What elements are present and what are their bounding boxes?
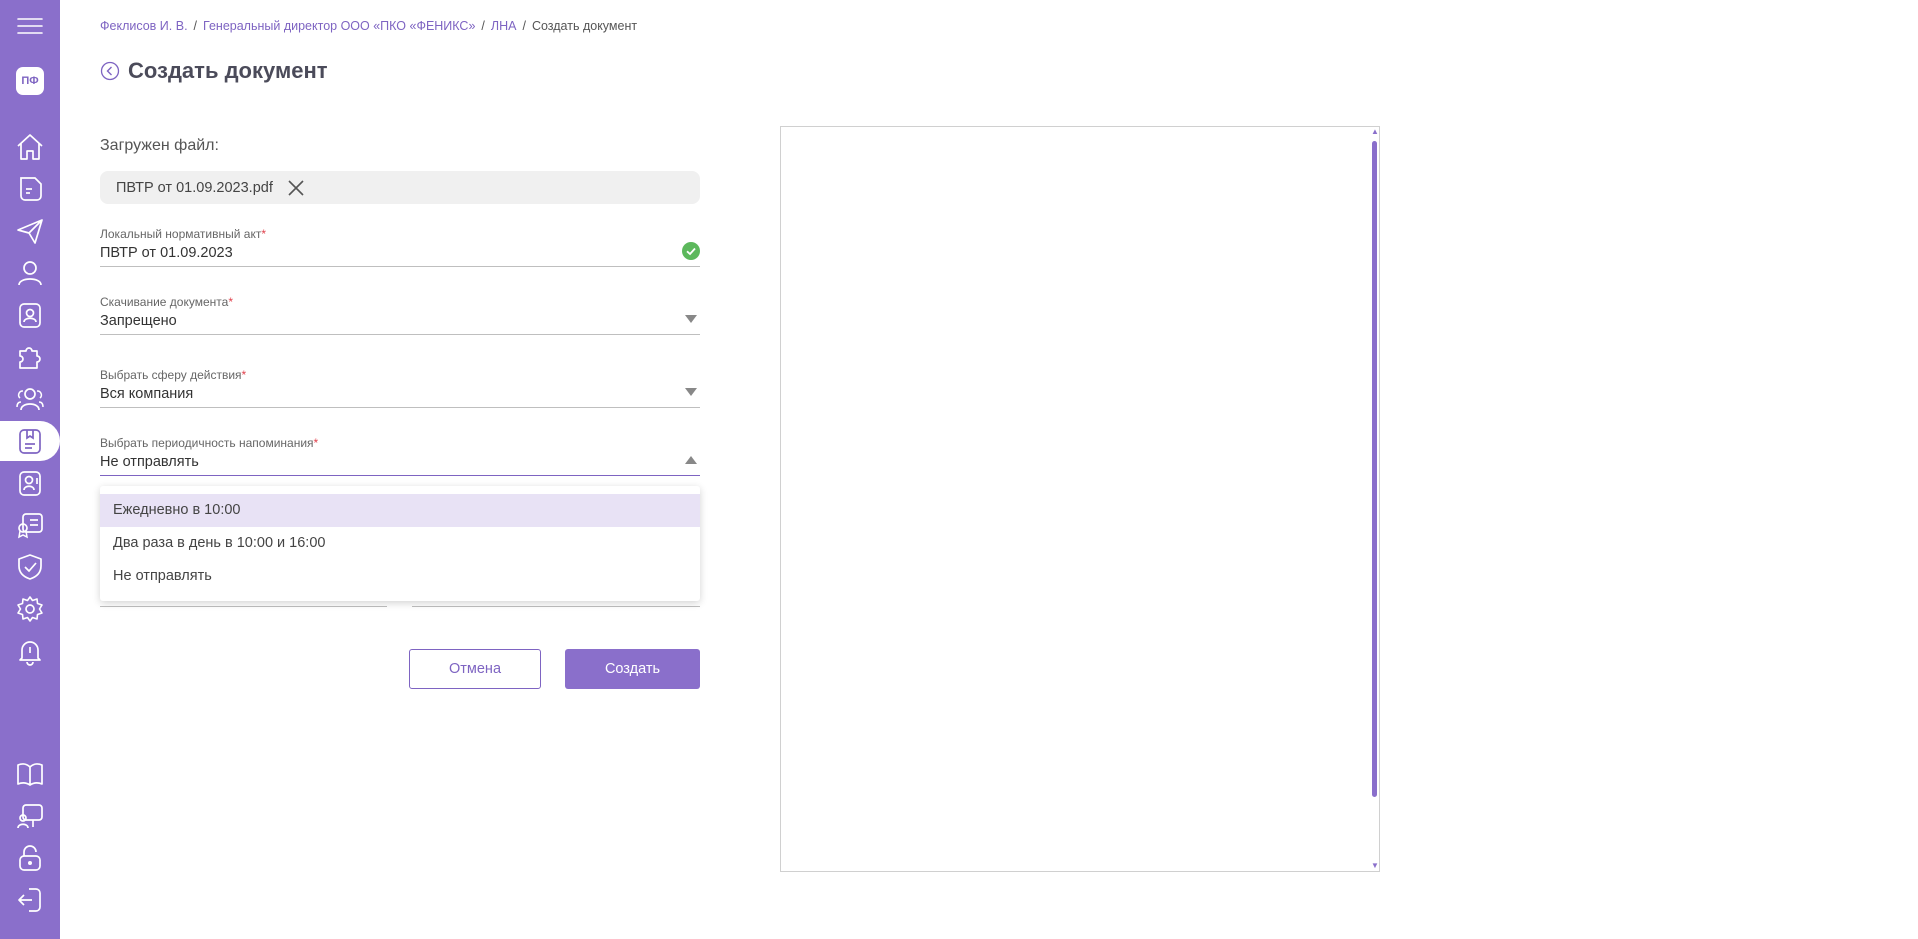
book-icon[interactable] [0, 754, 60, 794]
certificate-icon[interactable] [0, 505, 60, 545]
act-field[interactable]: Локальный нормативный акт* ПВТР от 01.09… [100, 227, 700, 267]
gear-icon[interactable] [0, 589, 60, 629]
reminder-select-value: Не отправлять [100, 454, 199, 470]
dropdown-option[interactable]: Два раза в день в 10:00 и 16:00 [100, 527, 700, 560]
breadcrumb-link-user[interactable]: Феклисов И. В. [100, 19, 188, 33]
badge-icon[interactable] [0, 295, 60, 335]
scope-select-label: Выбрать сферу действия [100, 368, 242, 382]
lock-icon[interactable] [0, 838, 60, 878]
download-select-value: Запрещено [100, 313, 177, 329]
dropdown-option[interactable]: Ежедневно в 10:00 [100, 494, 700, 527]
scope-select-value: Вся компания [100, 386, 194, 402]
act-field-label: Локальный нормативный акт [100, 227, 262, 241]
cancel-button[interactable]: Отмена [409, 649, 541, 689]
user-icon[interactable] [0, 253, 60, 293]
back-arrow-icon[interactable] [100, 61, 120, 81]
dropdown-option[interactable]: Не отправлять [100, 560, 700, 593]
sidebar: ПФ [0, 0, 60, 939]
breadcrumb-separator: / [522, 19, 526, 33]
presentation-icon[interactable] [0, 796, 60, 836]
local-acts-icon[interactable] [0, 421, 60, 461]
scroll-up-icon[interactable]: ▲ [1371, 128, 1379, 136]
required-marker: * [313, 436, 319, 450]
page-header: Создать документ [100, 58, 328, 84]
download-select-label: Скачивание документа [100, 295, 229, 309]
create-button[interactable]: Создать [565, 649, 700, 689]
reminder-dropdown-menu: Ежедневно в 10:00 Два раза в день в 10:0… [100, 486, 700, 601]
breadcrumb-separator: / [481, 19, 485, 33]
breadcrumb: Феклисов И. В. / Генеральный директор ОО… [100, 19, 637, 33]
logout-icon[interactable] [0, 880, 60, 920]
contact-icon[interactable] [0, 463, 60, 503]
required-marker: * [261, 227, 267, 241]
shield-icon[interactable] [0, 547, 60, 587]
close-icon[interactable] [287, 179, 305, 197]
caret-down-icon[interactable] [682, 383, 700, 401]
required-marker: * [228, 295, 233, 309]
send-icon[interactable] [0, 211, 60, 251]
caret-down-icon[interactable] [682, 310, 700, 328]
document-preview[interactable]: ▲ ▼ [780, 126, 1380, 872]
bell-icon[interactable] [0, 631, 60, 671]
check-circle-icon [682, 242, 700, 260]
scroll-thumb[interactable] [1372, 141, 1377, 797]
avatar[interactable]: ПФ [16, 67, 44, 95]
reminder-select[interactable]: Выбрать периодичность напоминания* Не от… [100, 436, 700, 476]
reminder-select-label: Выбрать периодичность напоминания [100, 436, 314, 450]
breadcrumb-current: Создать документ [531, 19, 638, 33]
breadcrumb-link-lna[interactable]: ЛНА [491, 19, 517, 33]
file-name: ПВТР от 01.09.2023.pdf [116, 179, 273, 196]
file-label: Загружен файл: [100, 137, 219, 154]
home-icon[interactable] [0, 127, 60, 167]
breadcrumb-link-company[interactable]: Генеральный директор ООО «ПКО «ФЕНИКС» [203, 19, 475, 33]
hidden-field-right[interactable] [412, 606, 700, 607]
menu-icon[interactable] [0, 6, 60, 46]
scope-select[interactable]: Выбрать сферу действия* Вся компания [100, 368, 700, 408]
hidden-field-left[interactable] [100, 606, 387, 607]
caret-up-icon[interactable] [682, 451, 700, 469]
required-marker: * [241, 368, 247, 382]
puzzle-icon[interactable] [0, 337, 60, 377]
page-title: Создать документ [128, 58, 328, 83]
users-icon[interactable] [0, 379, 60, 419]
preview-scrollbar[interactable]: ▲ ▼ [1369, 127, 1379, 871]
breadcrumb-separator: / [193, 19, 198, 33]
uploaded-file-chip: ПВТР от 01.09.2023.pdf [100, 171, 700, 204]
act-field-value: ПВТР от 01.09.2023 [100, 245, 233, 261]
download-select[interactable]: Скачивание документа* Запрещено [100, 295, 700, 335]
scroll-down-icon[interactable]: ▼ [1371, 862, 1379, 870]
document-icon[interactable] [0, 169, 60, 209]
